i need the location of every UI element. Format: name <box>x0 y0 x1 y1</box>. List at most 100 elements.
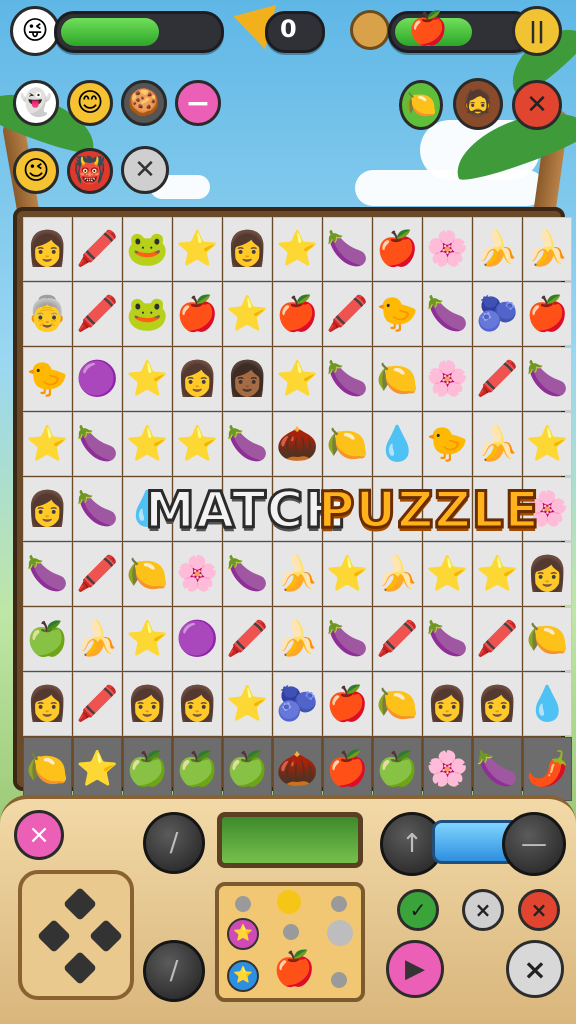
board-tile[interactable]: ⭐ <box>73 737 122 801</box>
board-tile[interactable]: 🍆 <box>423 282 472 346</box>
play-button[interactable]: ▶ <box>386 940 444 998</box>
board-tile[interactable]: 🍏 <box>373 737 422 801</box>
board-tile[interactable]: 🍌 <box>273 607 322 671</box>
board-tile[interactable]: 🌸 <box>423 347 472 411</box>
board-tile[interactable]: 👩 <box>23 672 72 736</box>
board-tile[interactable]: 🐤 <box>423 412 472 476</box>
confirm-button[interactable]: ✓ <box>397 889 439 931</box>
board-tile[interactable]: 🖍️ <box>73 217 122 281</box>
board-tile[interactable]: 🍋 <box>23 737 72 801</box>
board-tile[interactable]: 🌸 <box>423 737 472 801</box>
board-tile[interactable]: 🖍️ <box>73 672 122 736</box>
board-tile[interactable]: ⭐ <box>223 672 272 736</box>
red-close-button[interactable]: × <box>518 889 560 931</box>
board-tile[interactable]: 🖍️ <box>473 607 522 671</box>
board-tile[interactable]: 🌸 <box>423 217 472 281</box>
pink-close-button[interactable]: × <box>14 810 64 860</box>
board-tile[interactable]: 🍆 <box>73 477 122 541</box>
board-tile[interactable]: 🍆 <box>223 542 272 606</box>
board-tile[interactable]: 🍏 <box>223 737 272 801</box>
board-tile[interactable]: ⭐ <box>223 282 272 346</box>
board-tile[interactable]: ⭐ <box>523 412 572 476</box>
star-blue-token[interactable]: ⭐ <box>227 960 259 992</box>
board-tile[interactable]: 👩 <box>123 672 172 736</box>
round-dark-button[interactable]: / <box>143 940 205 1002</box>
board-tile[interactable]: ⭐ <box>323 542 372 606</box>
board-tile[interactable]: ⭐ <box>273 217 322 281</box>
minus-dark-button[interactable]: — <box>502 812 566 876</box>
close-button[interactable]: ✕ <box>512 80 562 130</box>
board-tile[interactable]: 🍌 <box>473 217 522 281</box>
minus-button[interactable]: − <box>175 80 221 126</box>
dpad-up[interactable] <box>63 887 97 921</box>
lemon-character[interactable]: 🍋 <box>399 80 443 130</box>
board-tile[interactable]: 👩 <box>23 217 72 281</box>
board-tile[interactable]: ⭐ <box>273 347 322 411</box>
board-tile[interactable]: 🍏 <box>123 737 172 801</box>
dpad-left[interactable] <box>37 919 71 953</box>
caveman-character[interactable]: 🧔 <box>453 78 503 130</box>
board-tile[interactable]: 🍎 <box>323 672 372 736</box>
board-tile[interactable]: 💧 <box>373 412 422 476</box>
board-tile[interactable]: 🍌 <box>473 412 522 476</box>
winking-character[interactable]: 😉 <box>13 148 59 194</box>
spiky-red-character[interactable]: 👹 <box>67 148 113 194</box>
board-tile[interactable]: 🍋 <box>373 347 422 411</box>
board-tile[interactable]: 🐤 <box>373 282 422 346</box>
board-tile[interactable]: 🖍️ <box>73 542 122 606</box>
dpad[interactable] <box>18 870 134 1000</box>
board-tile[interactable]: 🖍️ <box>473 347 522 411</box>
board-tile[interactable]: 🍋 <box>523 607 572 671</box>
board-tile[interactable]: ⭐ <box>123 412 172 476</box>
board-tile[interactable]: 🖍️ <box>373 607 422 671</box>
board-tile[interactable]: ⭐ <box>123 607 172 671</box>
board-tile[interactable]: 🍆 <box>423 607 472 671</box>
board-tile[interactable]: 🖍️ <box>323 282 372 346</box>
board-tile[interactable]: 👩🏾 <box>223 347 272 411</box>
board-tile[interactable]: 🍆 <box>323 607 372 671</box>
big-close-button[interactable]: × <box>506 940 564 998</box>
board-tile[interactable]: 🍎 <box>273 282 322 346</box>
ghost-character[interactable]: 👻 <box>13 80 59 126</box>
board-tile[interactable]: 🍏 <box>23 607 72 671</box>
dpad-right[interactable] <box>89 919 123 953</box>
board-tile[interactable]: 🟣 <box>73 347 122 411</box>
board-tile[interactable]: 🍆 <box>323 347 372 411</box>
board-tile[interactable]: 🍋 <box>373 672 422 736</box>
board-tile[interactable]: 🟣 <box>173 607 222 671</box>
board-tile[interactable]: 🫐 <box>473 282 522 346</box>
board-tile[interactable]: 🐸 <box>123 282 172 346</box>
board-tile[interactable]: 🍎 <box>173 282 222 346</box>
board-tile[interactable]: 🍏 <box>173 737 222 801</box>
board-tile[interactable]: ⭐ <box>423 542 472 606</box>
close-button[interactable]: ✕ <box>121 146 169 194</box>
board-tile[interactable]: 🫐 <box>273 672 322 736</box>
board-tile[interactable]: ⭐ <box>123 347 172 411</box>
board-tile[interactable]: 🍋 <box>323 412 372 476</box>
board-tile[interactable]: 🐤 <box>23 347 72 411</box>
board-tile[interactable]: 🍎 <box>523 282 572 346</box>
board-tile[interactable]: 💧 <box>523 672 572 736</box>
board-tile[interactable]: 👩 <box>423 672 472 736</box>
board-tile[interactable]: 🍌 <box>373 542 422 606</box>
board-tile[interactable]: 👩 <box>173 347 222 411</box>
pause-button[interactable]: || <box>512 6 562 56</box>
board-tile[interactable]: 🍆 <box>223 412 272 476</box>
board-tile[interactable]: 👩 <box>523 542 572 606</box>
star-pink-token[interactable]: ⭐ <box>227 918 259 950</box>
board-tile[interactable]: 🐸 <box>123 217 172 281</box>
board-tile[interactable]: 🌸 <box>173 542 222 606</box>
round-dark-button[interactable]: / <box>143 812 205 874</box>
board-tile[interactable]: 🍆 <box>73 412 122 476</box>
cookie-character[interactable]: 🍪 <box>121 80 167 126</box>
gray-close-button[interactable]: × <box>462 889 504 931</box>
board-tile[interactable]: 🌶️ <box>523 737 572 801</box>
board-tile[interactable]: ⭐ <box>173 217 222 281</box>
board-tile[interactable]: 👩 <box>173 672 222 736</box>
smiley-character[interactable]: 😊 <box>67 80 113 126</box>
board-tile[interactable]: 🍌 <box>273 542 322 606</box>
board-tile[interactable]: 👵 <box>23 282 72 346</box>
board-tile[interactable]: 🍆 <box>23 542 72 606</box>
board-tile[interactable]: 🍌 <box>73 607 122 671</box>
avatar[interactable]: 😜 <box>10 6 60 56</box>
